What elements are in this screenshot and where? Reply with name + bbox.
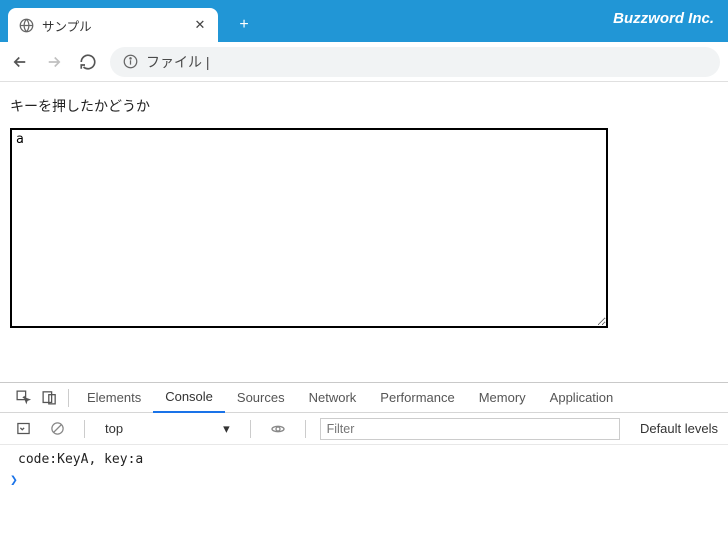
separator bbox=[250, 420, 251, 438]
context-selector[interactable]: top ▾ bbox=[99, 421, 236, 437]
separator bbox=[68, 389, 69, 407]
devtools-panel: Elements Console Sources Network Perform… bbox=[0, 382, 728, 540]
clear-console-icon[interactable] bbox=[44, 416, 70, 442]
separator bbox=[84, 420, 85, 438]
browser-navbar: ファイル | bbox=[0, 42, 728, 82]
console-toolbar: top ▾ Default levels bbox=[0, 413, 728, 445]
chevron-down-icon: ▾ bbox=[223, 421, 230, 437]
forward-button[interactable] bbox=[42, 50, 66, 74]
console-output: code:KeyA, key:a ❯ bbox=[0, 445, 728, 540]
tab-application[interactable]: Application bbox=[538, 383, 626, 413]
globe-icon bbox=[18, 17, 34, 33]
reload-button[interactable] bbox=[76, 50, 100, 74]
context-label: top bbox=[105, 421, 123, 436]
separator bbox=[305, 420, 306, 438]
back-button[interactable] bbox=[8, 50, 32, 74]
log-levels[interactable]: Default levels bbox=[640, 421, 718, 436]
tab-network[interactable]: Network bbox=[297, 383, 369, 413]
new-tab-button[interactable]: + bbox=[230, 11, 258, 39]
browser-tab[interactable]: サンプル ✕ bbox=[8, 8, 218, 42]
tab-memory[interactable]: Memory bbox=[467, 383, 538, 413]
browser-titlebar: サンプル ✕ + Buzzword Inc. bbox=[0, 0, 728, 42]
tab-console[interactable]: Console bbox=[153, 383, 225, 413]
close-icon[interactable]: ✕ bbox=[192, 17, 208, 33]
address-bar[interactable]: ファイル | bbox=[110, 47, 720, 77]
device-toggle-icon[interactable] bbox=[36, 385, 62, 411]
console-sidebar-icon[interactable] bbox=[10, 416, 36, 442]
page-content: キーを押したかどうか bbox=[0, 82, 728, 382]
page-heading: キーを押したかどうか bbox=[10, 96, 718, 116]
console-prompt[interactable]: ❯ bbox=[10, 473, 718, 488]
tab-sources[interactable]: Sources bbox=[225, 383, 297, 413]
brand-label: Buzzword Inc. bbox=[613, 10, 714, 27]
live-expression-icon[interactable] bbox=[265, 416, 291, 442]
address-text: ファイル | bbox=[146, 52, 210, 72]
info-icon bbox=[122, 54, 138, 70]
filter-input[interactable] bbox=[320, 418, 620, 440]
devtools-tabbar: Elements Console Sources Network Perform… bbox=[0, 383, 728, 413]
tab-title: サンプル bbox=[42, 16, 184, 35]
inspect-icon[interactable] bbox=[10, 385, 36, 411]
console-log-line: code:KeyA, key:a bbox=[10, 449, 718, 473]
tab-performance[interactable]: Performance bbox=[368, 383, 466, 413]
tab-elements[interactable]: Elements bbox=[75, 383, 153, 413]
main-textarea[interactable] bbox=[10, 128, 608, 328]
